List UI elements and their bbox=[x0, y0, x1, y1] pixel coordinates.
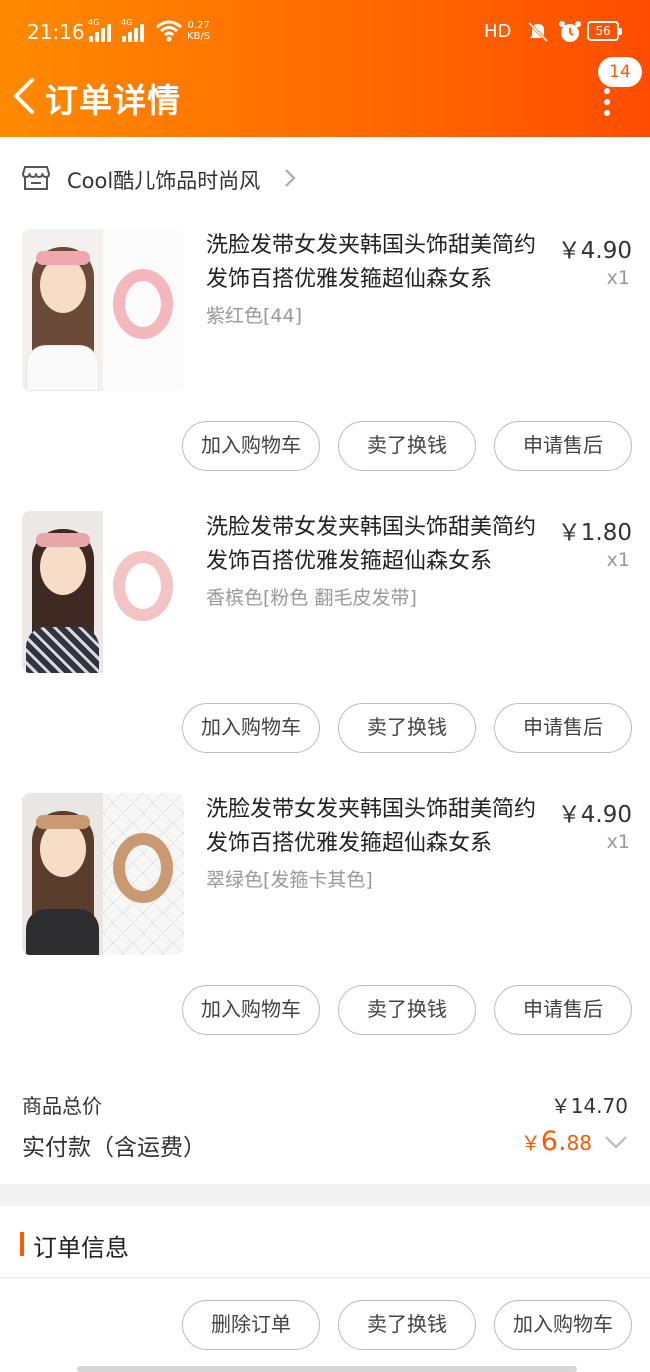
order-item: 洗脸发带女发夹韩国头饰甜美简约发饰百搭优雅发箍超仙森女系 翠绿色[发箍卡其色] … bbox=[0, 793, 650, 1075]
add-to-cart-button[interactable]: 加入购物车 bbox=[182, 421, 320, 471]
more-menu-icon[interactable] bbox=[601, 88, 613, 116]
shop-row[interactable]: Cool酷儿饰品时尚风 bbox=[0, 137, 650, 221]
product-price: ￥1.80 bbox=[557, 520, 632, 546]
bottom-actions: 删除订单 卖了换钱 加入购物车 bbox=[0, 1300, 650, 1352]
shop-name[interactable]: Cool酷儿饰品时尚风 bbox=[67, 165, 260, 195]
section-accent-bar bbox=[20, 1232, 24, 1256]
battery-icon: 56 bbox=[587, 21, 622, 41]
product-quantity: x1 bbox=[606, 831, 630, 853]
app-header: 21:16 4G 4G 0.27 KB/S HD 56 订单详情 14 bbox=[0, 0, 650, 137]
product-spec: 翠绿色[发箍卡其色] bbox=[206, 869, 373, 891]
sell-button[interactable]: 卖了换钱 bbox=[338, 421, 476, 471]
product-title[interactable]: 洗脸发带女发夹韩国头饰甜美简约发饰百搭优雅发箍超仙森女系 bbox=[206, 511, 541, 579]
product-image[interactable] bbox=[22, 229, 184, 391]
item-actions: 加入购物车 卖了换钱 申请售后 bbox=[0, 703, 650, 755]
status-time: 21:16 bbox=[27, 20, 85, 44]
net-speed: 0.27 KB/S bbox=[187, 20, 211, 42]
after-sale-button[interactable]: 申请售后 bbox=[494, 703, 632, 753]
add-to-cart-button[interactable]: 加入购物车 bbox=[494, 1300, 632, 1350]
hd-indicator: HD bbox=[484, 21, 512, 42]
delete-order-button[interactable]: 删除订单 bbox=[182, 1300, 320, 1350]
order-info-title: 订单信息 bbox=[33, 1234, 129, 1262]
product-spec: 香槟色[粉色 翻毛皮发带] bbox=[206, 587, 417, 609]
status-bar: 21:16 4G 4G 0.27 KB/S HD 56 bbox=[0, 18, 650, 48]
product-price: ￥4.90 bbox=[557, 802, 632, 828]
sell-button[interactable]: 卖了换钱 bbox=[338, 985, 476, 1035]
order-item: 洗脸发带女发夹韩国头饰甜美简约发饰百搭优雅发箍超仙森女系 紫红色[44] ￥4.… bbox=[0, 229, 650, 511]
store-icon bbox=[22, 166, 50, 190]
sell-button[interactable]: 卖了换钱 bbox=[338, 703, 476, 753]
alarm-icon bbox=[559, 21, 581, 42]
after-sale-button[interactable]: 申请售后 bbox=[494, 985, 632, 1035]
goods-total-label: 商品总价 bbox=[22, 1094, 102, 1118]
gesture-bar[interactable] bbox=[77, 1366, 577, 1372]
after-sale-button[interactable]: 申请售后 bbox=[494, 421, 632, 471]
order-item: 洗脸发带女发夹韩国头饰甜美简约发饰百搭优雅发箍超仙森女系 香槟色[粉色 翻毛皮发… bbox=[0, 511, 650, 793]
sell-button[interactable]: 卖了换钱 bbox=[338, 1300, 476, 1350]
product-title[interactable]: 洗脸发带女发夹韩国头饰甜美简约发饰百搭优雅发箍超仙森女系 bbox=[206, 793, 541, 861]
message-count-badge[interactable]: 14 bbox=[598, 57, 642, 87]
add-to-cart-button[interactable]: 加入购物车 bbox=[182, 985, 320, 1035]
product-image[interactable] bbox=[22, 793, 184, 955]
product-quantity: x1 bbox=[606, 267, 630, 289]
back-arrow-icon[interactable] bbox=[10, 76, 40, 116]
price-summary: 商品总价 ￥14.70 实付款（含运费） ￥6.88 bbox=[0, 1080, 650, 1184]
mute-icon bbox=[527, 21, 549, 43]
order-info-section: 订单信息 bbox=[0, 1206, 650, 1278]
chevron-down-icon[interactable] bbox=[604, 1134, 628, 1150]
add-to-cart-button[interactable]: 加入购物车 bbox=[182, 703, 320, 753]
paid-label: 实付款（含运费） bbox=[22, 1135, 206, 1161]
chevron-right-icon bbox=[285, 169, 296, 187]
goods-total-value: ￥14.70 bbox=[550, 1094, 628, 1118]
product-spec: 紫红色[44] bbox=[206, 305, 303, 327]
product-title[interactable]: 洗脸发带女发夹韩国头饰甜美简约发饰百搭优雅发箍超仙森女系 bbox=[206, 229, 541, 297]
page-title: 订单详情 bbox=[45, 81, 181, 120]
paid-amount: ￥6.88 bbox=[520, 1126, 592, 1157]
section-divider bbox=[0, 1184, 650, 1206]
product-price: ￥4.90 bbox=[557, 238, 632, 264]
signal-icon: 4G bbox=[88, 18, 111, 42]
product-image[interactable] bbox=[22, 511, 184, 673]
item-actions: 加入购物车 卖了换钱 申请售后 bbox=[0, 985, 650, 1037]
product-quantity: x1 bbox=[606, 549, 630, 571]
wifi-icon bbox=[156, 20, 182, 42]
item-actions: 加入购物车 卖了换钱 申请售后 bbox=[0, 421, 650, 473]
signal-icon-2: 4G bbox=[121, 18, 144, 42]
